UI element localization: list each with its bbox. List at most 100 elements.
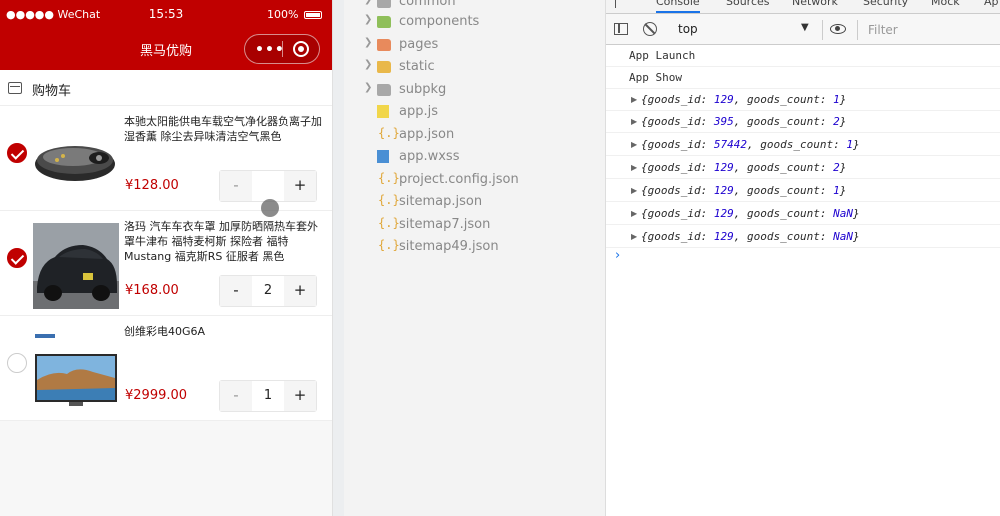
- status-bar: ●●●●● WeChat 15:53 100%: [0, 0, 332, 28]
- console-message: App Launch: [606, 45, 1000, 67]
- cart-item: 本驰太阳能供电车载空气净化器负离子加湿香薰 除尘去异味清洁空气黑色 ¥128.0…: [0, 106, 332, 211]
- product-title[interactable]: 创维彩电40G6A: [124, 324, 326, 339]
- expand-triangle-icon[interactable]: ▶: [631, 226, 637, 248]
- json-file-icon: {.}: [378, 171, 400, 185]
- decrease-button[interactable]: -: [220, 171, 252, 201]
- phone-simulator: ●●●●● WeChat 15:53 100% 黑马优购 ••• 购物车 本驰太…: [0, 0, 332, 516]
- goods-id-value: 395: [713, 115, 734, 128]
- log-text: App Launch: [629, 49, 696, 62]
- clear-console-icon[interactable]: [643, 22, 657, 36]
- file-name: pages: [399, 37, 439, 52]
- chevron-right-icon[interactable]: ❯: [364, 82, 372, 93]
- goods-count-value: 1: [833, 93, 840, 106]
- cart-item: 创维彩电40G6A ¥2999.00 - 1 +: [0, 316, 332, 421]
- quantity-value[interactable]: 1: [252, 381, 284, 411]
- capsule-menu: •••: [244, 34, 320, 64]
- file-name: app.wxss: [399, 149, 460, 164]
- goods-id-value: 129: [713, 184, 734, 197]
- log-object: {goods_id: 129, goods_count: NaN}: [641, 207, 860, 220]
- folder-icon: [377, 39, 391, 51]
- goods-id-value: 129: [713, 161, 734, 174]
- goods-count-value: NaN: [833, 207, 853, 220]
- product-title[interactable]: 本驰太阳能供电车载空气净化器负离子加湿香薰 除尘去异味清洁空气黑色: [124, 114, 326, 144]
- product-title[interactable]: 洛玛 汽车车衣车罩 加厚防晒隔热车套外罩牛津布 福特麦柯斯 探险者 福特Must…: [124, 219, 326, 264]
- tab-console[interactable]: Console: [656, 0, 700, 13]
- tab-network[interactable]: Network: [792, 0, 838, 8]
- expand-triangle-icon[interactable]: ▶: [631, 134, 637, 156]
- goods-id-value: 129: [713, 93, 734, 106]
- tab-sources[interactable]: Sources: [726, 0, 770, 8]
- decrease-button[interactable]: -: [220, 381, 252, 411]
- filter-input[interactable]: [864, 20, 996, 40]
- increase-button[interactable]: +: [284, 171, 316, 201]
- expand-triangle-icon[interactable]: ▶: [631, 157, 637, 179]
- folder-icon: [377, 84, 391, 96]
- console-object[interactable]: ▶ {goods_id: 57442, goods_count: 1}: [606, 134, 1000, 156]
- expand-triangle-icon[interactable]: ▶: [631, 180, 637, 202]
- chevron-right-icon[interactable]: ❯: [364, 59, 372, 70]
- product-image[interactable]: [33, 223, 119, 309]
- eye-icon[interactable]: [830, 24, 846, 34]
- js-file-icon: [377, 105, 389, 118]
- log-object: {goods_id: 57442, goods_count: 1}: [641, 138, 860, 151]
- nav-bar: 黑马优购 •••: [0, 28, 332, 70]
- chevron-right-icon[interactable]: ❯: [364, 14, 372, 25]
- css-file-icon: [377, 150, 389, 163]
- file-name: components: [399, 14, 480, 29]
- expand-triangle-icon[interactable]: ▶: [631, 203, 637, 225]
- file-name: sitemap7.json: [399, 217, 491, 232]
- increase-button[interactable]: +: [284, 381, 316, 411]
- console-toolbar: top ▼: [606, 14, 1000, 45]
- console-object[interactable]: ▶ {goods_id: 129, goods_count: 2}: [606, 157, 1000, 179]
- console-object[interactable]: ▶ {goods_id: 129, goods_count: 1}: [606, 89, 1000, 111]
- console-object[interactable]: ▶ {goods_id: 395, goods_count: 2}: [606, 111, 1000, 133]
- console-object[interactable]: ▶ {goods_id: 129, goods_count: NaN}: [606, 203, 1000, 225]
- folder-icon: [377, 16, 391, 28]
- folder-icon: [377, 61, 391, 73]
- battery-percent: 100%: [267, 8, 299, 21]
- json-file-icon: {.}: [378, 126, 400, 140]
- file-name: app.js: [399, 104, 438, 119]
- toolbar-divider: [857, 20, 858, 40]
- item-checkbox[interactable]: [7, 143, 27, 163]
- touch-cursor: [261, 199, 279, 217]
- expand-triangle-icon[interactable]: ▶: [631, 111, 637, 133]
- capsule-divider: [282, 41, 283, 57]
- context-selector[interactable]: top: [678, 22, 698, 36]
- file-name: common: [399, 0, 456, 9]
- workspace: ●●●●● WeChat 15:53 100% 黑马优购 ••• 购物车 本驰太…: [0, 0, 1000, 516]
- tab-security[interactable]: Security: [863, 0, 908, 8]
- increase-button[interactable]: +: [284, 276, 316, 306]
- goods-count-value: 1: [833, 184, 840, 197]
- console-object[interactable]: ▶ {goods_id: 129, goods_count: 1}: [606, 180, 1000, 202]
- expand-triangle-icon[interactable]: ▶: [631, 89, 637, 111]
- item-checkbox[interactable]: [7, 248, 27, 268]
- quantity-value[interactable]: 2: [252, 276, 284, 306]
- product-price: ¥2999.00: [125, 388, 188, 403]
- log-object: {goods_id: 129, goods_count: 1}: [641, 93, 847, 106]
- product-image[interactable]: [33, 328, 119, 414]
- more-dots-icon[interactable]: •••: [255, 42, 285, 58]
- file-name: static: [399, 59, 435, 74]
- dropdown-arrow-icon[interactable]: ▼: [801, 22, 809, 33]
- tab-more[interactable]: Ap: [984, 0, 999, 8]
- chevron-right-icon[interactable]: ❯: [364, 37, 372, 48]
- json-file-icon: {.}: [378, 238, 400, 252]
- decrease-button[interactable]: -: [220, 276, 252, 306]
- quantity-stepper: - 2 +: [219, 275, 317, 307]
- sidebar-toggle-icon[interactable]: [614, 23, 628, 35]
- quantity-value[interactable]: [252, 171, 284, 201]
- item-checkbox[interactable]: [7, 353, 27, 373]
- chevron-right-icon[interactable]: ❯: [364, 0, 372, 5]
- battery-status: 100%: [267, 8, 322, 21]
- goods-count-value: NaN: [833, 230, 853, 243]
- goods-id-value: 57442: [713, 138, 747, 151]
- tab-mock[interactable]: Mock: [931, 0, 960, 8]
- target-icon[interactable]: [293, 41, 309, 57]
- product-image[interactable]: [33, 118, 119, 204]
- inspect-element-icon[interactable]: [615, 0, 627, 8]
- log-text: App Show: [629, 71, 682, 84]
- console-prompt[interactable]: ›: [615, 248, 620, 263]
- console-object[interactable]: ▶ {goods_id: 129, goods_count: NaN}: [606, 226, 1000, 248]
- panel-splitter[interactable]: [332, 0, 344, 516]
